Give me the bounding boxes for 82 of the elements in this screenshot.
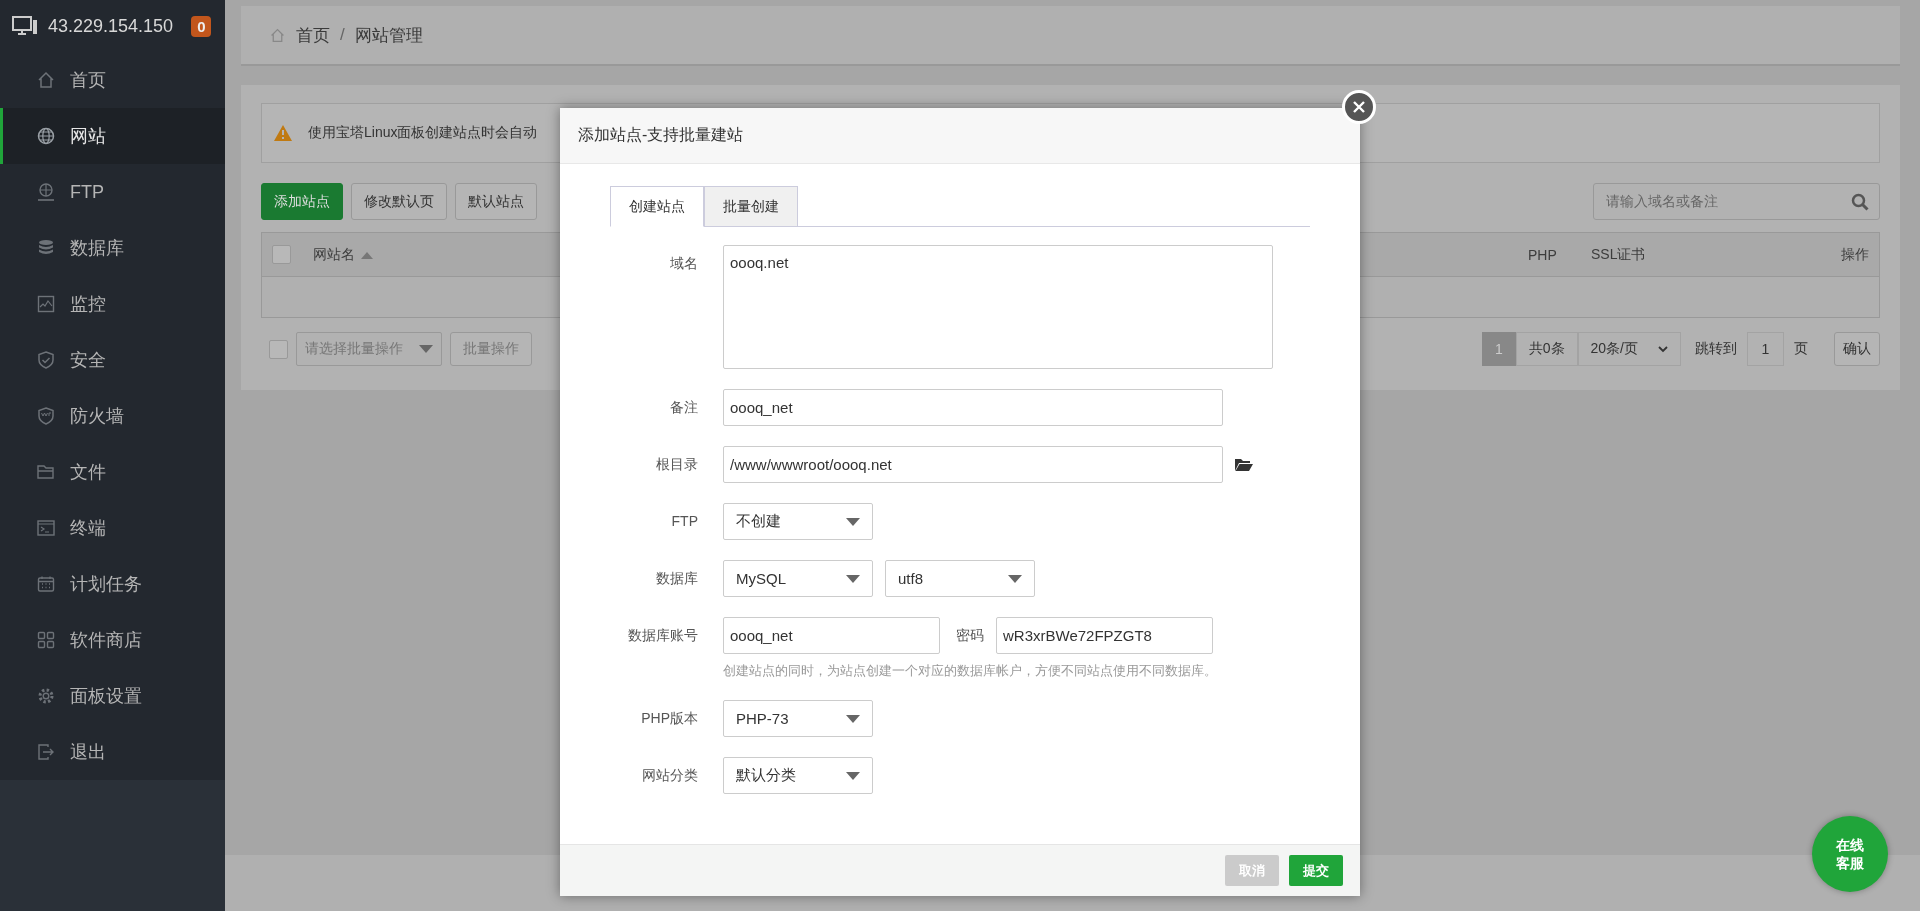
caret-icon	[419, 345, 433, 353]
field-label: 根目录	[655, 455, 699, 474]
close-icon	[1353, 101, 1365, 113]
notice-text: 使用宝塔Linux面板创建站点时会自动	[308, 124, 538, 142]
logout-icon	[36, 742, 56, 762]
sidebar-item[interactable]: 网站	[0, 108, 225, 164]
caret-icon	[846, 574, 860, 583]
home-icon	[36, 70, 56, 90]
sidebar-item[interactable]: 文件	[0, 444, 225, 500]
column-header[interactable]: SSL证书	[1591, 245, 1841, 264]
column-header[interactable]: 操作	[1841, 245, 1869, 264]
caret-icon	[1008, 574, 1022, 583]
sidebar-item[interactable]: 首页	[0, 52, 225, 108]
caret-icon	[846, 714, 860, 723]
field-label: 数据库	[655, 569, 699, 588]
globe-icon	[36, 182, 56, 202]
notification-badge[interactable]: 0	[191, 15, 212, 37]
sidebar-item[interactable]: 防火墙	[0, 388, 225, 444]
field-label: PHP版本	[640, 709, 699, 728]
chart-icon	[36, 294, 56, 314]
server-ip: 43.229.154.150	[48, 15, 174, 37]
page-input[interactable]: 1	[1747, 332, 1784, 366]
breadcrumb-separator: /	[340, 25, 345, 45]
toolbar-button[interactable]: 修改默认页	[351, 183, 447, 220]
calendar-icon	[36, 574, 56, 594]
input-field[interactable]: oooq_net	[723, 389, 1223, 426]
warning-icon	[274, 125, 292, 141]
terminal-icon	[36, 518, 56, 538]
tab[interactable]: 批量创建	[704, 186, 798, 227]
field-label: 数据库账号	[627, 626, 699, 645]
monitor-icon	[12, 16, 38, 36]
column-header[interactable]: 网站名	[313, 245, 373, 264]
password-label: 密码	[956, 626, 984, 645]
field-label: FTP	[670, 512, 699, 531]
sidebar-item[interactable]: 计划任务	[0, 556, 225, 612]
jump-label: 跳转到	[1695, 340, 1737, 358]
select-field[interactable]: utf8	[885, 560, 1035, 597]
toolbar-button[interactable]: 默认站点	[455, 183, 537, 220]
sidebar-item[interactable]: 软件商店	[0, 612, 225, 668]
caret-icon	[846, 517, 860, 526]
field-label: 域名	[669, 254, 699, 273]
breadcrumb-current: 网站管理	[354, 24, 423, 47]
select-field[interactable]: 默认分类	[723, 757, 873, 794]
field-label: 网站分类	[641, 766, 699, 785]
caret-icon	[846, 771, 860, 780]
folder-icon	[36, 462, 56, 482]
breadcrumb-link[interactable]: 首页	[296, 23, 330, 47]
shield-icon	[36, 406, 56, 426]
path-field[interactable]: /www/wwwroot/oooq.net	[723, 446, 1223, 483]
select-field[interactable]: 不创建	[723, 503, 873, 540]
page-size-select[interactable]: 20条/页	[1577, 332, 1681, 366]
password-field[interactable]: wR3xrBWe72FPZGT8	[996, 617, 1213, 654]
page-unit: 页	[1794, 340, 1808, 358]
toolbar-button[interactable]: 添加站点	[261, 183, 343, 220]
grid-icon	[36, 630, 56, 650]
search-icon[interactable]	[1851, 192, 1869, 211]
sidebar-item[interactable]: 数据库	[0, 220, 225, 276]
tab[interactable]: 创建站点	[610, 186, 704, 227]
input-field[interactable]: oooq_net	[723, 617, 940, 654]
column-header[interactable]: PHP	[1528, 246, 1591, 263]
shield-icon	[36, 350, 56, 370]
sort-arrow-icon[interactable]	[361, 251, 373, 259]
sidebar-item[interactable]: FTP	[0, 164, 225, 220]
dialog-title: 添加站点-支持批量建站	[578, 125, 744, 145]
domain-textarea[interactable]: oooq.net	[723, 245, 1273, 369]
total-count: 共0条	[1515, 332, 1578, 366]
select-field[interactable]: MySQL	[723, 560, 873, 597]
confirm-button[interactable]: 确认	[1834, 332, 1880, 366]
chevron-icon[interactable]	[1658, 345, 1668, 353]
sidebar-item[interactable]: 面板设置	[0, 668, 225, 724]
sidebar-item[interactable]: 终端	[0, 500, 225, 556]
settings-icon	[36, 686, 56, 706]
folder-icon[interactable]	[1235, 457, 1253, 472]
globe-icon	[36, 126, 56, 146]
field-label: 备注	[669, 398, 699, 417]
sidebar-item[interactable]: 退出	[0, 724, 225, 780]
sidebar-item[interactable]: 监控	[0, 276, 225, 332]
sidebar-item[interactable]: 安全	[0, 332, 225, 388]
select-field[interactable]: PHP-73	[723, 700, 873, 737]
home-icon	[269, 26, 286, 44]
select-all-checkbox[interactable]	[272, 245, 291, 264]
row-checkbox[interactable]	[269, 339, 288, 359]
